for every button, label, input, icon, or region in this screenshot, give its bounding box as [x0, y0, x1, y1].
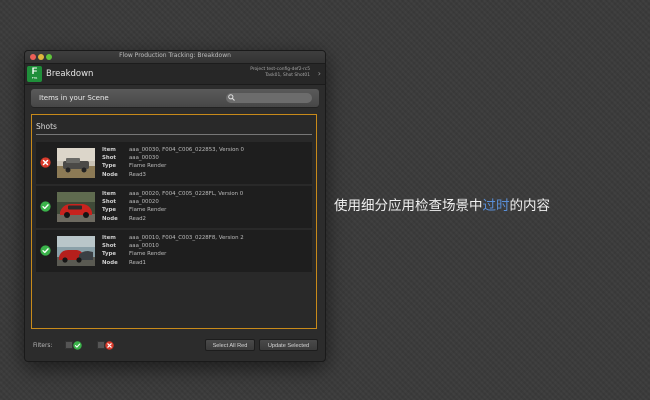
label-item: Item: [102, 147, 116, 153]
shot-value: aaa_00030: [129, 155, 159, 162]
label-node: Node: [102, 215, 118, 222]
field-values: aaa_00030, F004_C006_022853, Version 0 a…: [129, 146, 244, 179]
shot-row[interactable]: Item Shot Type Node aaa_00010, F004_C003…: [36, 230, 312, 272]
logo-letter: F: [31, 66, 38, 76]
label-item: Item: [102, 191, 116, 197]
check-icon: [40, 201, 51, 212]
divider: [36, 134, 312, 135]
shot-thumbnail: [57, 148, 95, 178]
node-value: Read1: [129, 259, 146, 266]
label-shot: Shot: [102, 155, 117, 162]
scene-items-panel: Shots Item Shot Type Node aaa_00030, F00…: [31, 114, 317, 329]
window-title: Flow Production Tracking: Breakdown: [119, 52, 231, 59]
search-icon: [228, 94, 235, 101]
item-value: aaa_00030, F004_C006_022853, Version 0: [129, 147, 244, 153]
filter-out-of-date-checkbox[interactable]: [97, 341, 105, 349]
caption-after: 的内容: [509, 198, 551, 214]
chevron-right-icon[interactable]: ›: [318, 70, 321, 78]
filters-label: Filters:: [33, 343, 53, 349]
item-value: aaa_00020, F004_C005_0228FL, Version 0: [129, 191, 244, 197]
field-labels: Item Shot Type Node: [102, 146, 118, 179]
label-item: Item: [102, 235, 116, 241]
caption: 使用细分应用检查场景中过时的内容: [334, 194, 550, 214]
label-node: Node: [102, 171, 118, 178]
shot-row[interactable]: Item Shot Type Node aaa_00030, F004_C006…: [36, 142, 312, 184]
shot-thumbnail: [57, 236, 95, 266]
error-icon: [40, 157, 51, 168]
app-logo: F FTR: [27, 66, 42, 82]
check-icon: [40, 245, 51, 256]
app-name: Breakdown: [46, 69, 94, 79]
context-task: Task01, Shot Shot01: [265, 73, 310, 78]
field-labels: Item Shot Type Node: [102, 190, 118, 223]
shot-row[interactable]: Item Shot Type Node aaa_00020, F004_C005…: [36, 186, 312, 228]
type-value: Flame Render: [129, 163, 167, 170]
select-all-red-button[interactable]: Select All Red: [205, 339, 255, 351]
label-shot: Shot: [102, 243, 117, 250]
node-value: Read3: [129, 171, 146, 178]
field-labels: Item Shot Type Node: [102, 234, 118, 267]
label-type: Type: [102, 207, 117, 214]
type-value: Flame Render: [129, 251, 167, 258]
search-bar: Items in your Scene: [31, 89, 319, 107]
field-values: aaa_00020, F004_C005_0228FL, Version 0 a…: [129, 190, 243, 223]
check-icon: [73, 341, 82, 350]
shots-section-title: Shots: [36, 122, 57, 131]
shot-value: aaa_00010: [129, 243, 159, 250]
shot-thumbnail: [57, 192, 95, 222]
item-value: aaa_00010, F004_C003_0228F8, Version 2: [129, 235, 244, 241]
label-type: Type: [102, 251, 117, 258]
search-label: Items in your Scene: [39, 94, 109, 102]
logo-sub: FTR: [31, 76, 38, 80]
caption-before: 使用细分应用检查场景中: [334, 198, 483, 214]
title-bar[interactable]: Flow Production Tracking: Breakdown: [25, 51, 325, 64]
filter-up-to-date-checkbox[interactable]: [65, 341, 73, 349]
caption-highlight: 过时: [482, 198, 510, 214]
label-type: Type: [102, 163, 117, 170]
label-node: Node: [102, 259, 118, 266]
breakdown-window: Flow Production Tracking: Breakdown F FT…: [24, 50, 326, 362]
shot-value: aaa_00020: [129, 199, 159, 206]
label-shot: Shot: [102, 199, 117, 206]
error-icon: [105, 341, 114, 350]
update-selected-button[interactable]: Update Selected: [259, 339, 318, 351]
search-input[interactable]: [226, 93, 312, 103]
context-info[interactable]: Project test-config-def2-rc5 Task01, Sho…: [250, 67, 310, 79]
node-value: Read2: [129, 215, 146, 222]
field-values: aaa_00010, F004_C003_0228F8, Version 2 a…: [129, 234, 244, 267]
type-value: Flame Render: [129, 207, 167, 214]
app-header: F FTR Breakdown Project test-config-def2…: [25, 64, 325, 85]
